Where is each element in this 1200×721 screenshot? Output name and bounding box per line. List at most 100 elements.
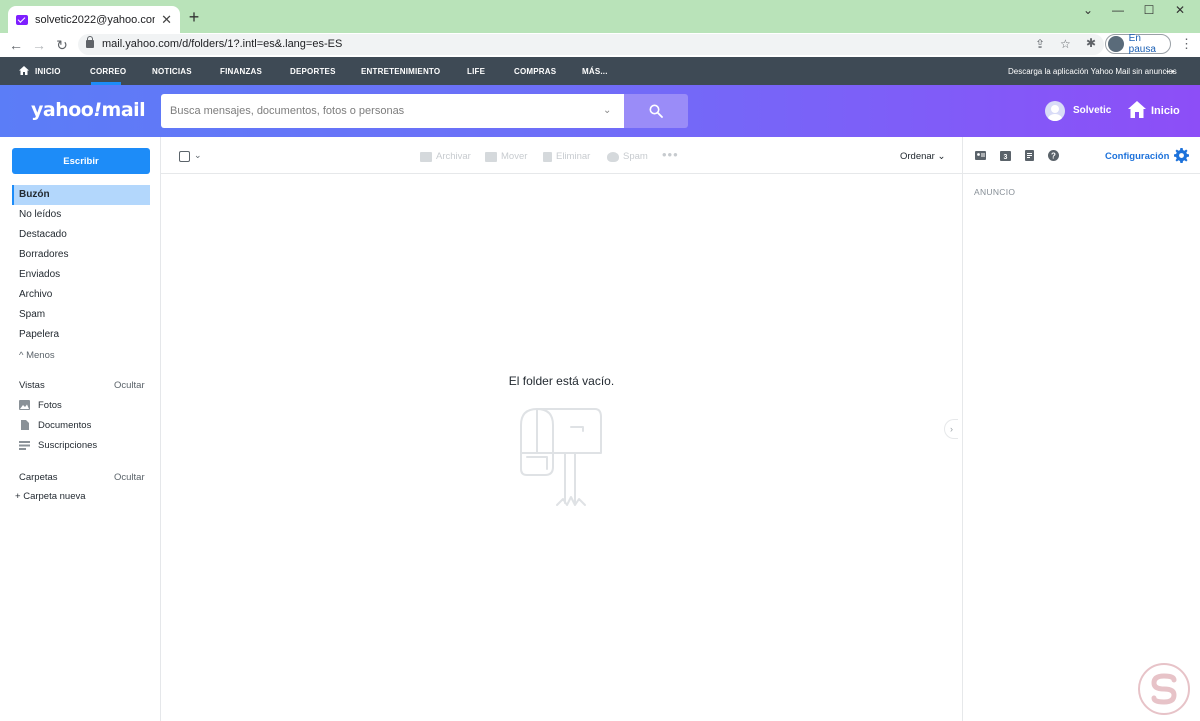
reload-button[interactable]: ↻ — [53, 36, 71, 54]
mail-header: yahoo!mail ⌄ Solvetic Inicio — [0, 85, 1200, 137]
tab-search-icon[interactable]: ⌄ — [1073, 3, 1103, 17]
search-button[interactable] — [624, 94, 688, 128]
delete-button[interactable]: Eliminar — [543, 151, 590, 162]
sort-dropdown[interactable]: Ordenar ⌄ — [900, 151, 945, 162]
search-box: ⌄ — [161, 94, 624, 128]
delete-label: Eliminar — [556, 151, 591, 162]
bookmark-star-icon[interactable]: ☆ — [1060, 37, 1071, 51]
calendar-icon[interactable]: 3 — [1000, 150, 1011, 161]
topnav-mas[interactable]: MÁS... — [582, 67, 608, 76]
new-folder-button[interactable]: + Carpeta nueva — [15, 491, 86, 502]
topnav-deportes[interactable]: DEPORTES — [290, 67, 336, 76]
folder-trash[interactable]: Papelera — [12, 325, 150, 345]
yahoo-top-nav: INICIO CORREO NOTICIAS FINANZAS DEPORTES… — [0, 57, 1200, 85]
gear-icon[interactable] — [1174, 148, 1189, 163]
topnav-inicio[interactable]: INICIO — [35, 67, 61, 76]
browser-toolbar: ← → ↻ mail.yahoo.com/d/folders/1?.intl=e… — [0, 33, 1200, 57]
topnav-compras[interactable]: COMPRAS — [514, 67, 556, 76]
sort-label: Ordenar — [900, 151, 935, 162]
show-less-toggle[interactable]: ^ Menos — [19, 350, 55, 361]
back-button[interactable]: ← — [7, 36, 25, 54]
folder-drafts[interactable]: Borradores — [12, 245, 150, 265]
right-panel: 3 ? Configuración ANUNCIO — [962, 137, 1200, 721]
archive-button[interactable]: Archivar — [420, 151, 471, 162]
folder-starred[interactable]: Destacado — [12, 225, 150, 245]
home-icon[interactable] — [1128, 101, 1146, 118]
view-documents-label: Documentos — [38, 419, 92, 431]
logo-bang: ! — [93, 99, 102, 121]
tab-title: solvetic2022@yahoo.com - Yaho — [35, 13, 156, 26]
empty-folder-message: El folder está vacío. — [508, 374, 615, 388]
watermark-logo-icon — [1138, 663, 1190, 715]
extensions-puzzle-icon[interactable]: ✱ — [1086, 36, 1096, 50]
view-subscriptions-label: Suscripciones — [38, 439, 98, 451]
message-action-bar: ⌄ Archivar Mover Eliminar Spam ••• Orden… — [161, 137, 962, 174]
expand-panel-handle[interactable]: › — [944, 419, 958, 439]
folder-unread[interactable]: No leídos — [12, 205, 150, 225]
topnav-entretenimiento[interactable]: ENTRETENIMIENTO — [361, 67, 440, 76]
view-documents[interactable]: Documentos — [19, 417, 91, 433]
views-hide-link[interactable]: Ocultar — [114, 380, 145, 391]
folder-inbox[interactable]: Buzón — [12, 185, 150, 205]
select-all-checkbox[interactable] — [179, 151, 190, 162]
compose-button[interactable]: Escribir — [12, 148, 150, 174]
select-options-chevron-icon[interactable]: ⌄ — [194, 150, 202, 161]
contacts-icon[interactable] — [975, 150, 986, 161]
browser-tabstrip: solvetic2022@yahoo.com - Yaho ✕ + ⌄ — ☐ … — [0, 0, 1200, 33]
spam-button[interactable]: Spam — [607, 151, 648, 162]
spam-icon — [607, 151, 619, 162]
help-icon[interactable]: ? — [1048, 150, 1059, 161]
view-subscriptions[interactable]: Suscripciones — [19, 437, 97, 453]
logo-mail: mail — [101, 99, 146, 121]
trash-icon — [543, 151, 552, 162]
browser-tab[interactable]: solvetic2022@yahoo.com - Yaho ✕ — [8, 6, 180, 33]
topnav-life[interactable]: LIFE — [467, 67, 485, 76]
arrow-right-icon[interactable]: → — [1163, 61, 1177, 77]
yahoo-mail-logo[interactable]: yahoo!mail — [31, 99, 146, 121]
share-icon[interactable]: ⇪ — [1035, 37, 1045, 51]
maximize-button[interactable]: ☐ — [1134, 3, 1164, 17]
yahoo-mail-favicon-icon — [16, 14, 28, 25]
address-bar[interactable]: mail.yahoo.com/d/folders/1?.intl=es&.lan… — [78, 34, 1104, 55]
folders-hide-link[interactable]: Ocultar — [114, 472, 145, 483]
folder-archive[interactable]: Archivo — [12, 285, 150, 305]
show-less-label: Menos — [26, 350, 55, 361]
profile-avatar — [1108, 36, 1124, 52]
plus-icon: + — [15, 491, 21, 502]
profile-button[interactable]: En pausa — [1105, 33, 1171, 55]
document-icon — [21, 420, 29, 430]
topnav-finanzas[interactable]: FINANZAS — [220, 67, 262, 76]
home-link-label[interactable]: Inicio — [1151, 105, 1180, 117]
user-avatar[interactable] — [1045, 101, 1065, 121]
download-app-link[interactable]: Descarga la aplicación Yahoo Mail sin an… — [1008, 67, 1177, 76]
forward-button[interactable]: → — [30, 36, 48, 54]
folder-spam[interactable]: Spam — [12, 305, 150, 325]
settings-link[interactable]: Configuración — [1105, 151, 1169, 162]
more-actions-icon[interactable]: ••• — [662, 147, 679, 162]
move-button[interactable]: Mover — [485, 151, 527, 162]
right-panel-toolbar: 3 ? Configuración — [963, 137, 1200, 174]
folder-sent[interactable]: Enviados — [12, 265, 150, 285]
lock-icon[interactable] — [86, 36, 94, 48]
notepad-icon[interactable] — [1024, 150, 1035, 161]
svg-text:?: ? — [1051, 152, 1056, 161]
profile-status-label: En pausa — [1128, 33, 1156, 55]
chevron-up-icon: ^ — [19, 350, 24, 361]
search-options-chevron-icon[interactable]: ⌄ — [603, 105, 611, 116]
spam-label: Spam — [623, 151, 648, 162]
new-tab-button[interactable]: + — [186, 8, 202, 26]
topnav-noticias[interactable]: NOTICIAS — [152, 67, 192, 76]
move-icon — [485, 151, 497, 162]
user-name[interactable]: Solvetic — [1073, 105, 1111, 116]
view-photos[interactable]: Fotos — [19, 397, 62, 413]
minimize-button[interactable]: — — [1103, 3, 1133, 17]
search-input[interactable] — [161, 94, 601, 128]
topnav-correo[interactable]: CORREO — [90, 67, 126, 76]
tab-close-icon[interactable]: ✕ — [161, 12, 172, 28]
url-text[interactable]: mail.yahoo.com/d/folders/1?.intl=es&.lan… — [102, 38, 342, 50]
move-label: Mover — [501, 151, 528, 162]
close-window-button[interactable]: ✕ — [1165, 3, 1195, 17]
archive-icon — [420, 151, 432, 162]
folders-section-title: Carpetas — [19, 472, 58, 483]
browser-menu-icon[interactable]: ⋮ — [1180, 36, 1193, 52]
